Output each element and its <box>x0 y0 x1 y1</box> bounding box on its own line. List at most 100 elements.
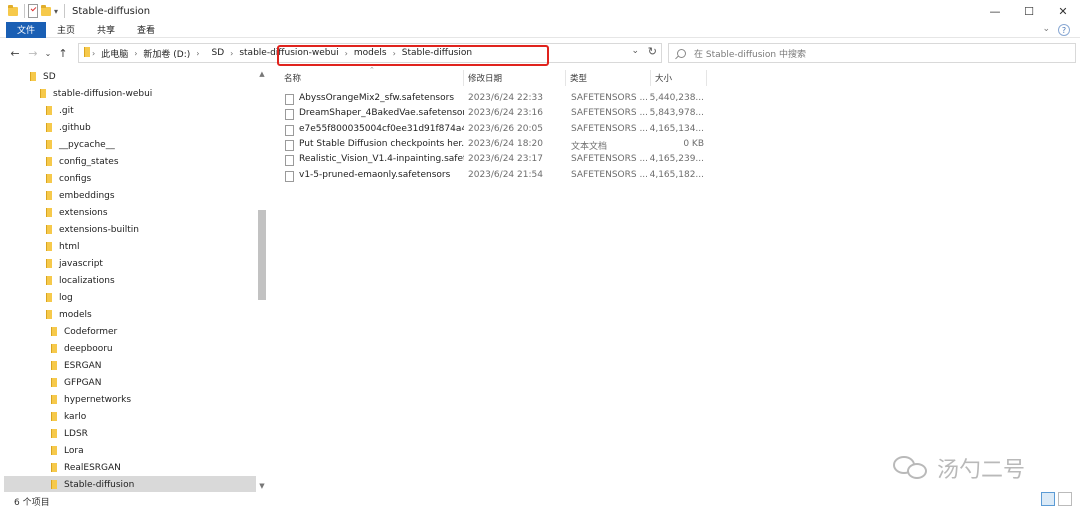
breadcrumb-this-pc[interactable]: 此电脑 <box>97 44 132 62</box>
tab-share[interactable]: 共享 <box>86 22 126 38</box>
properties-icon[interactable] <box>28 4 38 18</box>
file-type: SAFETENSORS ... <box>571 154 649 165</box>
file-modified: 2023/6/24 23:16 <box>468 108 543 119</box>
navigation-scrollbar[interactable]: ▲ ▼ <box>256 68 268 492</box>
tree-item[interactable]: Lora <box>4 442 256 459</box>
tree-item[interactable]: extensions <box>4 204 256 221</box>
file-size: 4,165,239... <box>649 154 704 165</box>
file-row[interactable]: DreamShaper_4BakedVae.safetensors 2023/6/… <box>282 107 710 122</box>
column-divider[interactable] <box>706 70 707 86</box>
column-divider[interactable] <box>463 70 464 86</box>
refresh-icon[interactable]: ↻ <box>648 45 657 58</box>
tree-item-label: javascript <box>59 258 103 269</box>
file-size: 0 KB <box>683 138 704 149</box>
tree-item[interactable]: javascript <box>4 255 256 272</box>
scroll-up-icon[interactable]: ▲ <box>256 68 268 80</box>
breadcrumb-sd[interactable]: SD <box>207 44 228 62</box>
tree-item[interactable]: models <box>4 306 256 323</box>
tree-item[interactable]: localizations <box>4 272 256 289</box>
file-modified: 2023/6/24 22:33 <box>468 93 543 103</box>
scrollbar-thumb[interactable] <box>258 210 266 300</box>
tree-item-label: localizations <box>59 275 115 286</box>
search-input[interactable]: 在 Stable-diffusion 中搜索 <box>668 43 1076 63</box>
breadcrumb-drive-d[interactable]: 新加卷 (D:) <box>139 44 194 62</box>
file-row[interactable]: AbyssOrangeMix2_sfw.safetensors 2023/6/24… <box>282 92 710 107</box>
tree-item[interactable]: __pycache__ <box>4 136 256 153</box>
status-item-count: 6 个项目 <box>14 498 50 508</box>
chevron-right-icon[interactable]: › <box>194 49 201 58</box>
tree-item[interactable]: config_states <box>4 153 256 170</box>
file-icon <box>285 109 294 121</box>
file-row[interactable]: Realistic_Vision_V1.4-inpainting.safet..… <box>282 153 710 168</box>
folder-icon <box>8 4 18 18</box>
tree-item[interactable]: hypernetworks <box>4 391 256 408</box>
file-icon <box>285 170 294 182</box>
folder-icon <box>51 412 57 421</box>
file-row[interactable]: e7e55f800035004cf0ee31d91f874a4... 2023/6… <box>282 123 710 138</box>
tab-view[interactable]: 查看 <box>126 22 166 38</box>
file-modified: 2023/6/26 20:05 <box>468 123 543 134</box>
scroll-down-icon[interactable]: ▼ <box>256 480 268 492</box>
file-modified: 2023/6/24 23:17 <box>468 154 543 165</box>
new-folder-icon[interactable] <box>41 4 51 18</box>
view-switcher <box>1038 492 1072 506</box>
tree-item[interactable]: .git <box>4 102 256 119</box>
back-button[interactable]: ← <box>6 43 24 63</box>
tree-item-label: html <box>59 241 80 252</box>
chevron-right-icon[interactable]: › <box>228 49 235 58</box>
tree-item[interactable]: configs <box>4 170 256 187</box>
tab-home[interactable]: 主页 <box>46 22 86 38</box>
window-controls: — ☐ ✕ <box>978 0 1080 22</box>
tree-item[interactable]: html <box>4 238 256 255</box>
separator <box>24 4 25 18</box>
file-modified: 2023/6/24 18:20 <box>468 138 543 149</box>
expand-ribbon-icon[interactable]: ⌄ <box>1042 24 1050 34</box>
tree-item[interactable]: deepbooru <box>4 340 256 357</box>
tree-item[interactable]: ESRGAN <box>4 357 256 374</box>
tree-item[interactable]: SD <box>4 68 256 85</box>
tree-item-label: SD <box>43 71 56 82</box>
address-bar[interactable]: › 此电脑 › 新加卷 (D:) › SD › stable-diffusion… <box>78 43 662 66</box>
folder-icon <box>46 259 52 268</box>
tree-item-label: configs <box>59 173 92 184</box>
file-type: SAFETENSORS ... <box>571 93 649 103</box>
details-view-icon[interactable] <box>1041 492 1055 506</box>
folder-icon <box>51 395 57 404</box>
file-row[interactable]: v1-5-pruned-emaonly.safetensors 2023/6/24… <box>282 169 710 184</box>
forward-button[interactable]: → <box>24 43 42 63</box>
up-button[interactable]: ↑ <box>54 43 72 63</box>
tree-item[interactable]: Codeformer <box>4 323 256 340</box>
tree-item[interactable]: Stable-diffusion <box>4 476 256 492</box>
tab-file[interactable]: 文件 <box>6 21 47 38</box>
folder-icon <box>46 242 52 251</box>
tree-item[interactable]: karlo <box>4 408 256 425</box>
tree-item[interactable]: extensions-builtin <box>4 221 256 238</box>
minimize-button[interactable]: — <box>978 0 1012 22</box>
recent-locations-icon[interactable]: ⌄ <box>42 43 54 63</box>
tree-item[interactable]: log <box>4 289 256 306</box>
column-divider[interactable] <box>650 70 651 86</box>
tree-item[interactable]: .github <box>4 119 256 136</box>
tree-item[interactable]: embeddings <box>4 187 256 204</box>
column-modified[interactable]: 修改日期 <box>468 72 502 84</box>
chevron-down-icon[interactable]: ⌄ <box>631 46 639 56</box>
file-size: 5,843,978... <box>649 108 704 119</box>
tree-item[interactable]: GFPGAN <box>4 374 256 391</box>
column-name[interactable]: 名称 <box>284 72 301 84</box>
close-button[interactable]: ✕ <box>1046 0 1080 22</box>
column-divider[interactable] <box>565 70 566 86</box>
large-icons-view-icon[interactable] <box>1058 492 1072 506</box>
tree-item[interactable]: RealESRGAN <box>4 459 256 476</box>
column-size[interactable]: 大小 <box>655 72 672 84</box>
chevron-right-icon[interactable]: › <box>132 49 139 58</box>
tree-item[interactable]: LDSR <box>4 425 256 442</box>
file-row[interactable]: Put Stable Diffusion checkpoints her... 2… <box>282 138 710 153</box>
quick-access-dropdown-icon[interactable]: ▾ <box>54 4 58 18</box>
folder-icon <box>51 327 57 336</box>
chevron-right-icon[interactable]: › <box>90 49 97 58</box>
maximize-button[interactable]: ☐ <box>1012 0 1046 22</box>
tree-item-label: extensions <box>59 207 108 218</box>
tree-item[interactable]: stable-diffusion-webui <box>4 85 256 102</box>
column-type[interactable]: 类型 <box>570 72 587 84</box>
help-button[interactable]: ? <box>1058 24 1070 36</box>
